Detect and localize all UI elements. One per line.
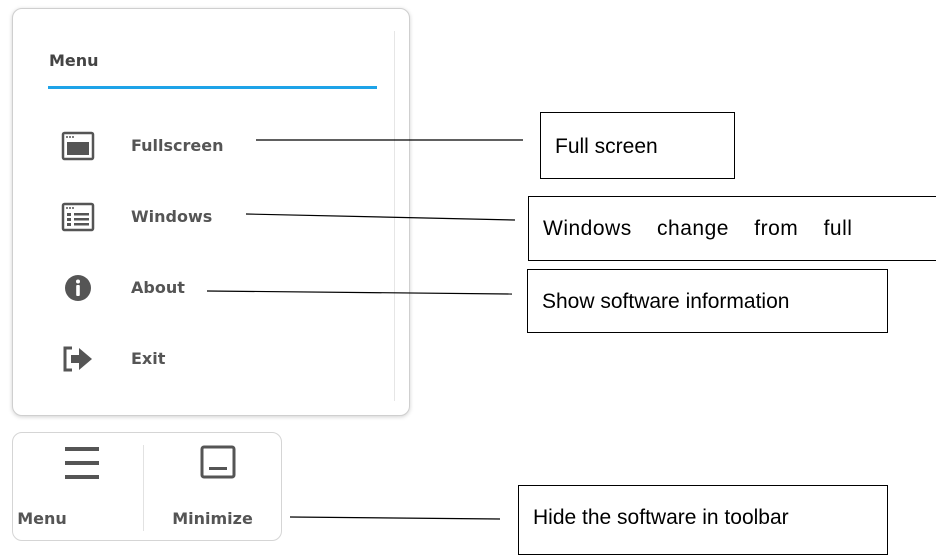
info-icon bbox=[65, 275, 91, 301]
callout-fullscreen-text: Full screen bbox=[555, 135, 658, 158]
menu-item-fullscreen[interactable]: Fullscreen bbox=[43, 124, 343, 168]
hamburger-menu-icon bbox=[65, 447, 99, 479]
menu-item-label: Exit bbox=[131, 349, 166, 368]
menu-button[interactable]: Menu bbox=[13, 433, 143, 540]
menu-item-about[interactable]: About bbox=[43, 266, 343, 310]
menu-title-underline bbox=[48, 86, 377, 89]
menu-button-label: Menu bbox=[17, 509, 67, 528]
menu-item-label: Windows bbox=[131, 207, 213, 226]
menu-item-windows[interactable]: Windows bbox=[43, 195, 343, 239]
callout-about: Show software information bbox=[527, 269, 888, 333]
exit-arrow-icon bbox=[63, 346, 92, 372]
menu-item-label: Fullscreen bbox=[131, 136, 224, 155]
minimize-window-icon bbox=[200, 445, 236, 479]
callout-minimize-text: Hide the software in toolbar bbox=[533, 506, 789, 529]
callout-about-text: Show software information bbox=[542, 290, 790, 313]
minimize-button[interactable]: Minimize bbox=[144, 433, 281, 540]
callout-fullscreen: Full screen bbox=[540, 112, 735, 179]
callout-windows-text: Windows change from full bbox=[543, 217, 853, 240]
menu-item-label: About bbox=[131, 278, 185, 297]
bottom-toolbar: Menu Minimize bbox=[12, 432, 282, 541]
minimize-button-label: Minimize bbox=[172, 509, 253, 528]
menu-title: Menu bbox=[49, 51, 99, 70]
menu-item-exit[interactable]: Exit bbox=[43, 337, 343, 381]
callout-windows: Windows change from full bbox=[528, 196, 936, 261]
fullscreen-window-icon bbox=[61, 131, 95, 161]
menu-divider bbox=[394, 31, 395, 401]
windowed-list-icon bbox=[61, 202, 95, 232]
menu-panel: Menu Fullscreen Windows About Exit bbox=[12, 8, 410, 416]
